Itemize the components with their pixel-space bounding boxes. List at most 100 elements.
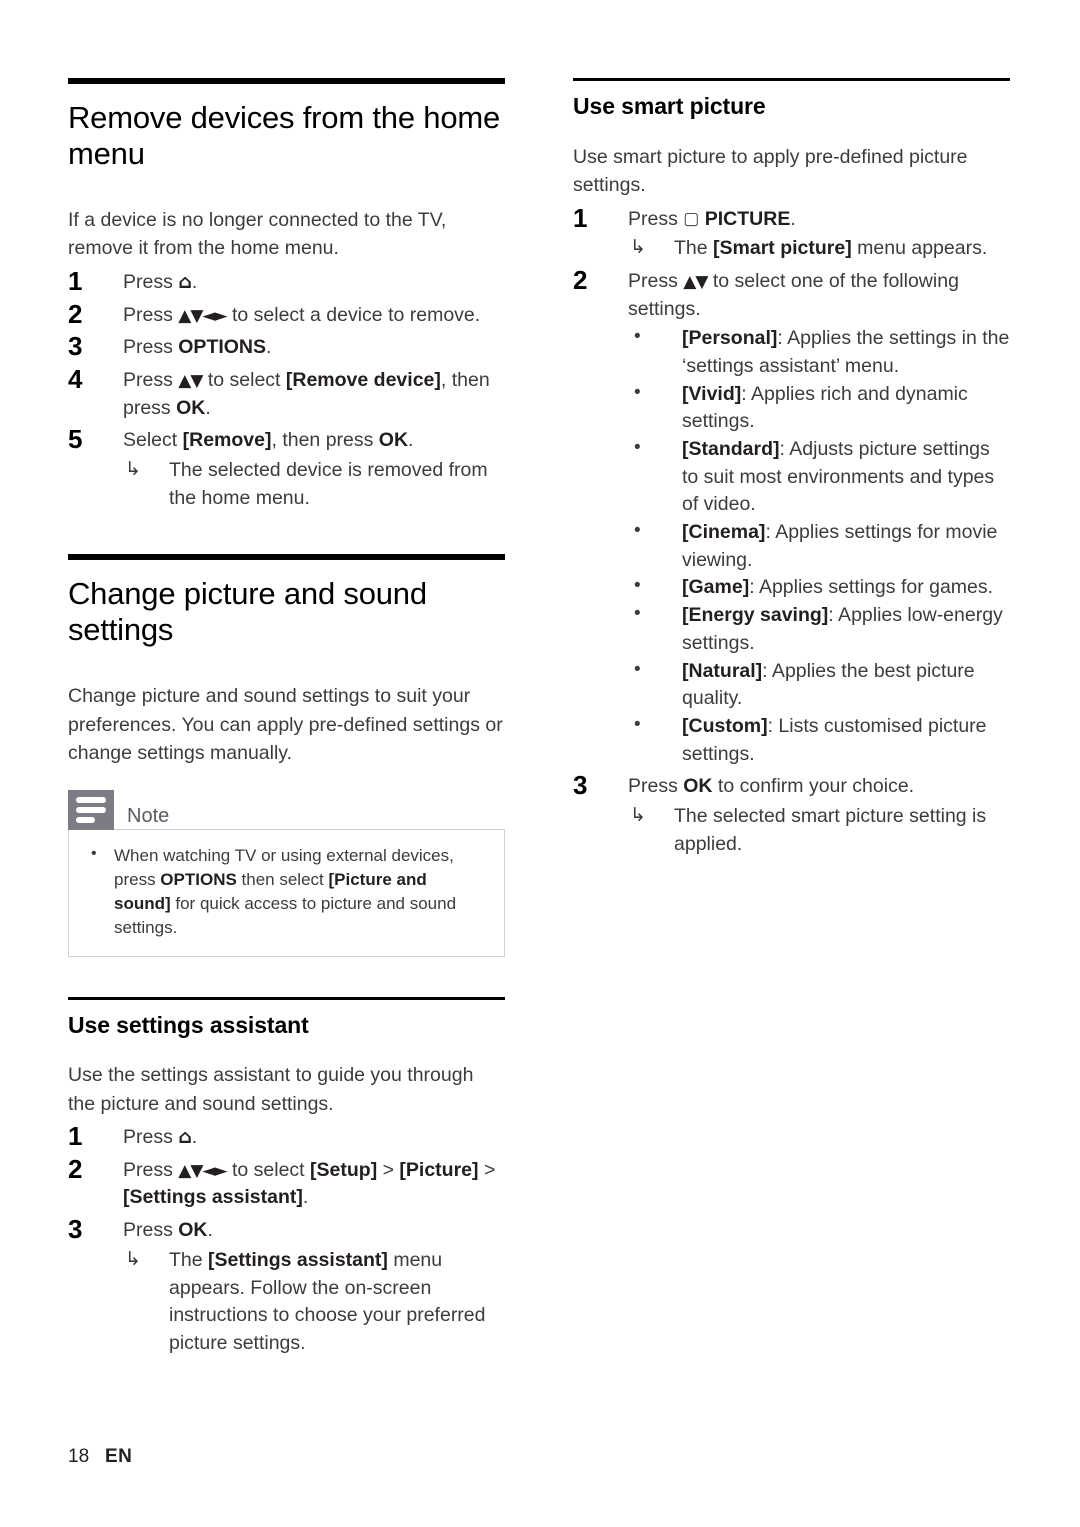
note-text: When watching TV or using external devic… [114, 845, 457, 937]
list-item: 3 Press OK. ↳ The [Settings assistant] m… [68, 1214, 505, 1358]
note-header: Note [68, 789, 505, 830]
step-number: 2 [573, 264, 588, 295]
navigation-arrows-icon: ▲▼◄► [178, 305, 227, 326]
bullet-icon: • [634, 658, 641, 680]
bullet-icon: • [634, 603, 641, 625]
heading-rule [68, 78, 505, 84]
section-title: Use settings assistant [68, 1011, 309, 1038]
option-name: [Game] [682, 576, 750, 599]
arrow-icon: ↳ [630, 804, 646, 826]
intro-paragraph: Use smart picture to apply pre-defined p… [573, 145, 968, 197]
result-note-text: The [Smart picture] menu appears. [674, 237, 988, 260]
page-number: 18 [68, 1446, 90, 1467]
bullet-icon: • [634, 520, 641, 542]
intro-paragraph: If a device is no longer connected to th… [68, 208, 447, 260]
list-item: 2 Press ▲▼◄► to select a device to remov… [68, 299, 505, 330]
step-number: 1 [573, 202, 588, 233]
step-text: Press OPTIONS. [123, 336, 272, 359]
option-name: [Vivid] [682, 382, 742, 405]
right-column: Use smart picture Use smart picture to a… [573, 78, 1010, 863]
step-number: 3 [573, 770, 588, 801]
step-text: Press ▲▼◄► to select [Setup] > [Picture]… [123, 1158, 496, 1209]
note-item: • When watching TV or using external dev… [87, 844, 486, 940]
home-icon: ⌂ [178, 270, 192, 293]
navigation-arrows-icon: ▲▼ [683, 271, 708, 292]
step-number: 2 [68, 298, 83, 329]
page-title: Remove devices from the home menu [68, 100, 501, 171]
heading-rule [68, 554, 505, 561]
option-name: [Custom] [682, 714, 768, 737]
home-icon: ⌂ [178, 1126, 192, 1149]
list-item: 3 Press OK to confirm your choice. ↳ The… [573, 770, 1010, 858]
arrow-icon: ↳ [630, 237, 646, 259]
bullet-icon: • [634, 437, 641, 459]
language-code: EN [105, 1446, 133, 1467]
heading-rule [68, 996, 505, 1000]
result-note: ↳ The [Settings assistant] menu appears.… [123, 1247, 505, 1358]
key-label: PICTURE [699, 207, 791, 230]
step-text: Press ▢ PICTURE. [628, 207, 796, 230]
list-item: • [Cinema]: Applies settings for movie v… [628, 519, 1010, 574]
section-change-picture-sound: Change picture and sound settings Change… [68, 554, 505, 957]
steps-remove-devices: 1 Press ⌂. 2 Press ▲▼◄► to select a devi… [68, 266, 505, 513]
option-name: [Standard] [682, 438, 780, 461]
smart-picture-options: • [Personal]: Applies the settings in th… [628, 325, 1010, 768]
bullet-icon: • [634, 713, 641, 735]
key-label: OPTIONS [160, 869, 237, 889]
picture-button-icon: ▢ [683, 208, 700, 229]
bullet-icon: • [634, 326, 641, 348]
menu-label: [Remove] [182, 429, 272, 452]
step-text: Press OK. [123, 1219, 213, 1242]
list-item: 5 Select [Remove], then press OK. ↳ The … [68, 424, 505, 512]
list-item: • [Vivid]: Applies rich and dynamic sett… [628, 381, 1010, 436]
list-item: • [Game]: Applies settings for games. [628, 574, 1010, 602]
arrow-icon: ↳ [125, 458, 141, 480]
step-number: 3 [68, 331, 83, 362]
navigation-arrows-icon: ▲▼◄► [178, 1160, 227, 1181]
heading-rule [573, 78, 1010, 81]
section-use-smart-picture: Use smart picture Use smart picture to a… [573, 78, 1010, 858]
list-item: • [Personal]: Applies the settings in th… [628, 325, 1010, 380]
steps-smart-picture: 1 Press ▢ PICTURE. ↳ The [Smart picture]… [573, 203, 1010, 859]
result-note-text: The selected device is removed from the … [169, 458, 488, 509]
list-item: 4 Press ▲▼ to select [Remove device], th… [68, 364, 505, 422]
menu-label: [Setup] [310, 1158, 378, 1181]
key-label: OK [378, 429, 409, 452]
step-text: Press ⌂. [123, 270, 198, 293]
result-note-text: The [Settings assistant] menu appears. F… [169, 1248, 486, 1354]
bullet-icon: • [91, 844, 97, 862]
list-item: • [Energy saving]: Applies low-energy se… [628, 602, 1010, 657]
menu-label: [Smart picture] [713, 237, 852, 260]
step-text: Select [Remove], then press OK. [123, 429, 414, 452]
section-use-settings-assistant: Use settings assistant Use the settings … [68, 996, 505, 1358]
key-label: OK [178, 1219, 208, 1242]
bullet-icon: • [634, 575, 641, 597]
intro-paragraph: Change picture and sound settings to sui… [68, 685, 503, 765]
step-number: 4 [68, 363, 83, 394]
list-item: 3 Press OPTIONS. [68, 331, 505, 362]
result-note: ↳ The selected smart picture setting is … [628, 803, 1010, 858]
step-text: Press ▲▼ to select one of the following … [628, 269, 959, 320]
option-name: [Cinema] [682, 521, 766, 544]
intro-paragraph: Use the settings assistant to guide you … [68, 1064, 474, 1115]
page-footer: 18 EN [68, 1446, 132, 1468]
step-number: 1 [68, 265, 83, 296]
step-number: 3 [68, 1214, 83, 1245]
option-desc: : Applies settings for games. [749, 576, 994, 599]
key-label: OK [176, 396, 206, 419]
list-item: 1 Press ⌂. [68, 266, 505, 297]
step-text: Press ⌂. [123, 1126, 198, 1149]
step-number: 1 [68, 1121, 83, 1152]
menu-label: [Picture] [399, 1158, 479, 1181]
menu-label: [Settings assistant] [208, 1248, 388, 1271]
manual-page: Remove devices from the home menu If a d… [0, 0, 1080, 1527]
step-text: Press ▲▼◄► to select a device to remove. [123, 303, 481, 326]
list-item: • [Custom]: Lists customised picture set… [628, 713, 1010, 768]
list-item: 1 Press ▢ PICTURE. ↳ The [Smart picture]… [573, 203, 1010, 263]
arrow-icon: ↳ [125, 1248, 141, 1270]
result-note: ↳ The selected device is removed from th… [123, 457, 505, 512]
menu-label: [Settings assistant] [123, 1186, 303, 1209]
list-item: 1 Press ⌂. [68, 1121, 505, 1152]
list-item: 2 Press ▲▼ to select one of the followin… [573, 265, 1010, 768]
page-title: Change picture and sound settings [68, 576, 427, 648]
